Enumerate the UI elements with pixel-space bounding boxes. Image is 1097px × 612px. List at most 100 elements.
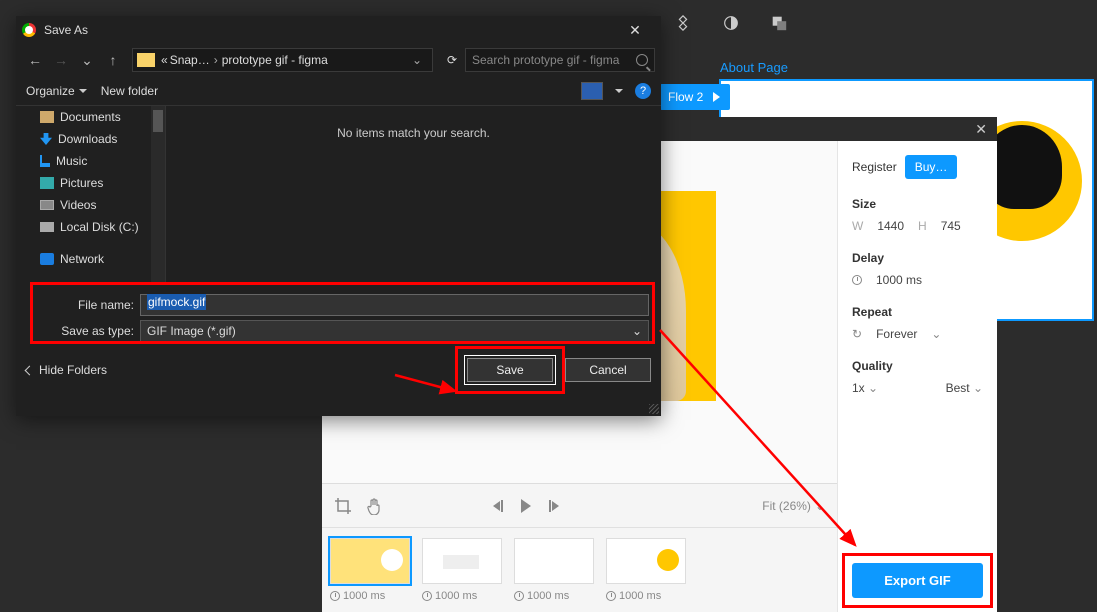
delay-heading: Delay	[852, 251, 983, 265]
frame-thumbnail[interactable]: 1000 ms	[422, 538, 502, 602]
chevron-right-icon: ›	[212, 53, 220, 67]
play-button[interactable]	[521, 499, 531, 513]
delay-section: Delay 1000 ms	[852, 251, 983, 287]
figma-top-toolbar	[660, 0, 1097, 46]
cancel-button[interactable]: Cancel	[565, 358, 651, 382]
breadcrumb-root: «	[161, 53, 168, 67]
videos-icon	[40, 200, 54, 210]
frame-duration: 1000 ms	[435, 590, 477, 602]
contrast-icon[interactable]	[722, 14, 740, 32]
tree-item-documents[interactable]: Documents	[16, 106, 165, 128]
tree-scrollbar[interactable]	[151, 106, 165, 284]
tree-item-downloads[interactable]: Downloads	[16, 128, 165, 150]
disk-icon	[40, 222, 54, 232]
zoom-fit-label: Fit (26%)	[762, 499, 811, 513]
repeat-heading: Repeat	[852, 305, 983, 319]
save-as-dialog: Save As ✕ ← → ⌄ ↑ « Snap… › prototype gi…	[16, 16, 661, 416]
step-fwd-button[interactable]	[549, 500, 559, 512]
chevron-down-icon: ⌄	[868, 381, 878, 395]
close-icon[interactable]: ✕	[975, 121, 987, 138]
chevron-down-icon: ⌄	[973, 381, 983, 395]
breadcrumb-item[interactable]: prototype gif - figma	[222, 53, 328, 67]
size-heading: Size	[852, 197, 983, 211]
tree-item-network[interactable]: Network	[16, 248, 165, 270]
documents-icon	[40, 111, 54, 123]
filetype-dropdown[interactable]: GIF Image (*.gif) ⌄	[140, 320, 649, 342]
quality-section: Quality 1x ⌄ Best ⌄	[852, 359, 983, 395]
quality-scale-dropdown[interactable]: 1x ⌄	[852, 381, 878, 395]
frame-thumbnail[interactable]: 1000 ms	[330, 538, 410, 602]
width-value[interactable]: 1440	[877, 219, 904, 233]
diamond-icon[interactable]	[674, 14, 692, 32]
height-value[interactable]: 745	[941, 219, 961, 233]
crop-icon[interactable]	[334, 497, 352, 515]
view-mode-button[interactable]	[581, 82, 603, 100]
quality-heading: Quality	[852, 359, 983, 373]
pictures-icon	[40, 177, 54, 189]
resize-grip[interactable]	[649, 404, 659, 414]
frame-duration: 1000 ms	[343, 590, 385, 602]
tree-item-pictures[interactable]: Pictures	[16, 172, 165, 194]
new-folder-button[interactable]: New folder	[101, 84, 158, 98]
breadcrumb[interactable]: « Snap… › prototype gif - figma ⌄	[132, 48, 433, 72]
frame-duration: 1000 ms	[619, 590, 661, 602]
nav-back-button[interactable]: ←	[22, 52, 48, 68]
size-section: Size W 1440 H 745	[852, 197, 983, 233]
gifmock-sidebar: Register Buy… Size W 1440 H 745 Delay 10…	[837, 141, 997, 612]
nav-forward-button[interactable]: →	[48, 52, 74, 68]
music-icon	[40, 155, 50, 167]
organize-dropdown[interactable]: Organize	[26, 84, 87, 98]
chevron-down-icon[interactable]	[615, 89, 623, 93]
chevron-down-icon	[79, 89, 87, 93]
save-button[interactable]: Save	[467, 358, 553, 382]
repeat-dropdown[interactable]: ↻Forever⌄	[852, 327, 983, 341]
chevron-down-icon	[25, 365, 35, 375]
nav-up-button[interactable]: ↑	[100, 52, 126, 68]
hand-icon[interactable]	[366, 497, 384, 515]
preview-toolbar: Fit (26%) ⌄	[322, 483, 837, 527]
help-button[interactable]: ?	[635, 83, 651, 99]
refresh-button[interactable]: ⟳	[439, 53, 465, 67]
tree-item-music[interactable]: Music	[16, 150, 165, 172]
frame-thumbnail[interactable]: 1000 ms	[514, 538, 594, 602]
downloads-icon	[40, 133, 52, 145]
buy-button[interactable]: Buy…	[905, 155, 958, 179]
filetype-label: Save as type:	[52, 324, 134, 338]
search-icon	[636, 54, 648, 66]
search-input[interactable]: Search prototype gif - figma	[465, 48, 655, 72]
step-back-button[interactable]	[493, 500, 503, 512]
tree-item-localdisk[interactable]: Local Disk (C:)	[16, 216, 165, 238]
chevron-down-icon: ⌄	[931, 327, 941, 341]
folder-icon	[137, 53, 155, 67]
breadcrumb-item[interactable]: Snap…	[170, 53, 210, 67]
close-button[interactable]: ✕	[615, 22, 655, 39]
chevron-down-icon[interactable]: ⌄	[74, 52, 100, 69]
options-row: Organize New folder ?	[16, 76, 661, 106]
dialog-titlebar: Save As ✕	[16, 16, 661, 44]
repeat-icon: ↻	[852, 327, 862, 341]
flow-label: Flow 2	[668, 90, 703, 104]
clock-icon	[514, 591, 524, 601]
width-label: W	[852, 219, 863, 233]
chevron-down-icon: ⌄	[815, 499, 825, 513]
delay-value[interactable]: 1000 ms	[876, 273, 922, 287]
nav-row: ← → ⌄ ↑ « Snap… › prototype gif - figma …	[16, 44, 661, 76]
frame-thumbnail[interactable]: 1000 ms	[606, 538, 686, 602]
frame-label[interactable]: About Page	[720, 60, 788, 75]
file-list-pane: No items match your search.	[166, 106, 661, 284]
overlap-icon[interactable]	[770, 14, 788, 32]
filename-label: File name:	[52, 298, 134, 312]
clock-icon	[330, 591, 340, 601]
chrome-icon	[22, 23, 36, 37]
height-label: H	[918, 219, 927, 233]
quality-mode-dropdown[interactable]: Best ⌄	[946, 381, 983, 395]
flow-start-badge[interactable]: Flow 2	[660, 84, 730, 110]
hide-folders-toggle[interactable]: Hide Folders	[26, 363, 107, 377]
zoom-fit-dropdown[interactable]: Fit (26%) ⌄	[762, 499, 825, 513]
export-gif-button[interactable]: Export GIF	[852, 563, 983, 598]
register-link[interactable]: Register	[852, 160, 897, 174]
chevron-down-icon[interactable]: ⌄	[406, 53, 428, 67]
network-icon	[40, 253, 54, 265]
tree-item-videos[interactable]: Videos	[16, 194, 165, 216]
filename-input[interactable]: gifmock.gif	[140, 294, 649, 316]
